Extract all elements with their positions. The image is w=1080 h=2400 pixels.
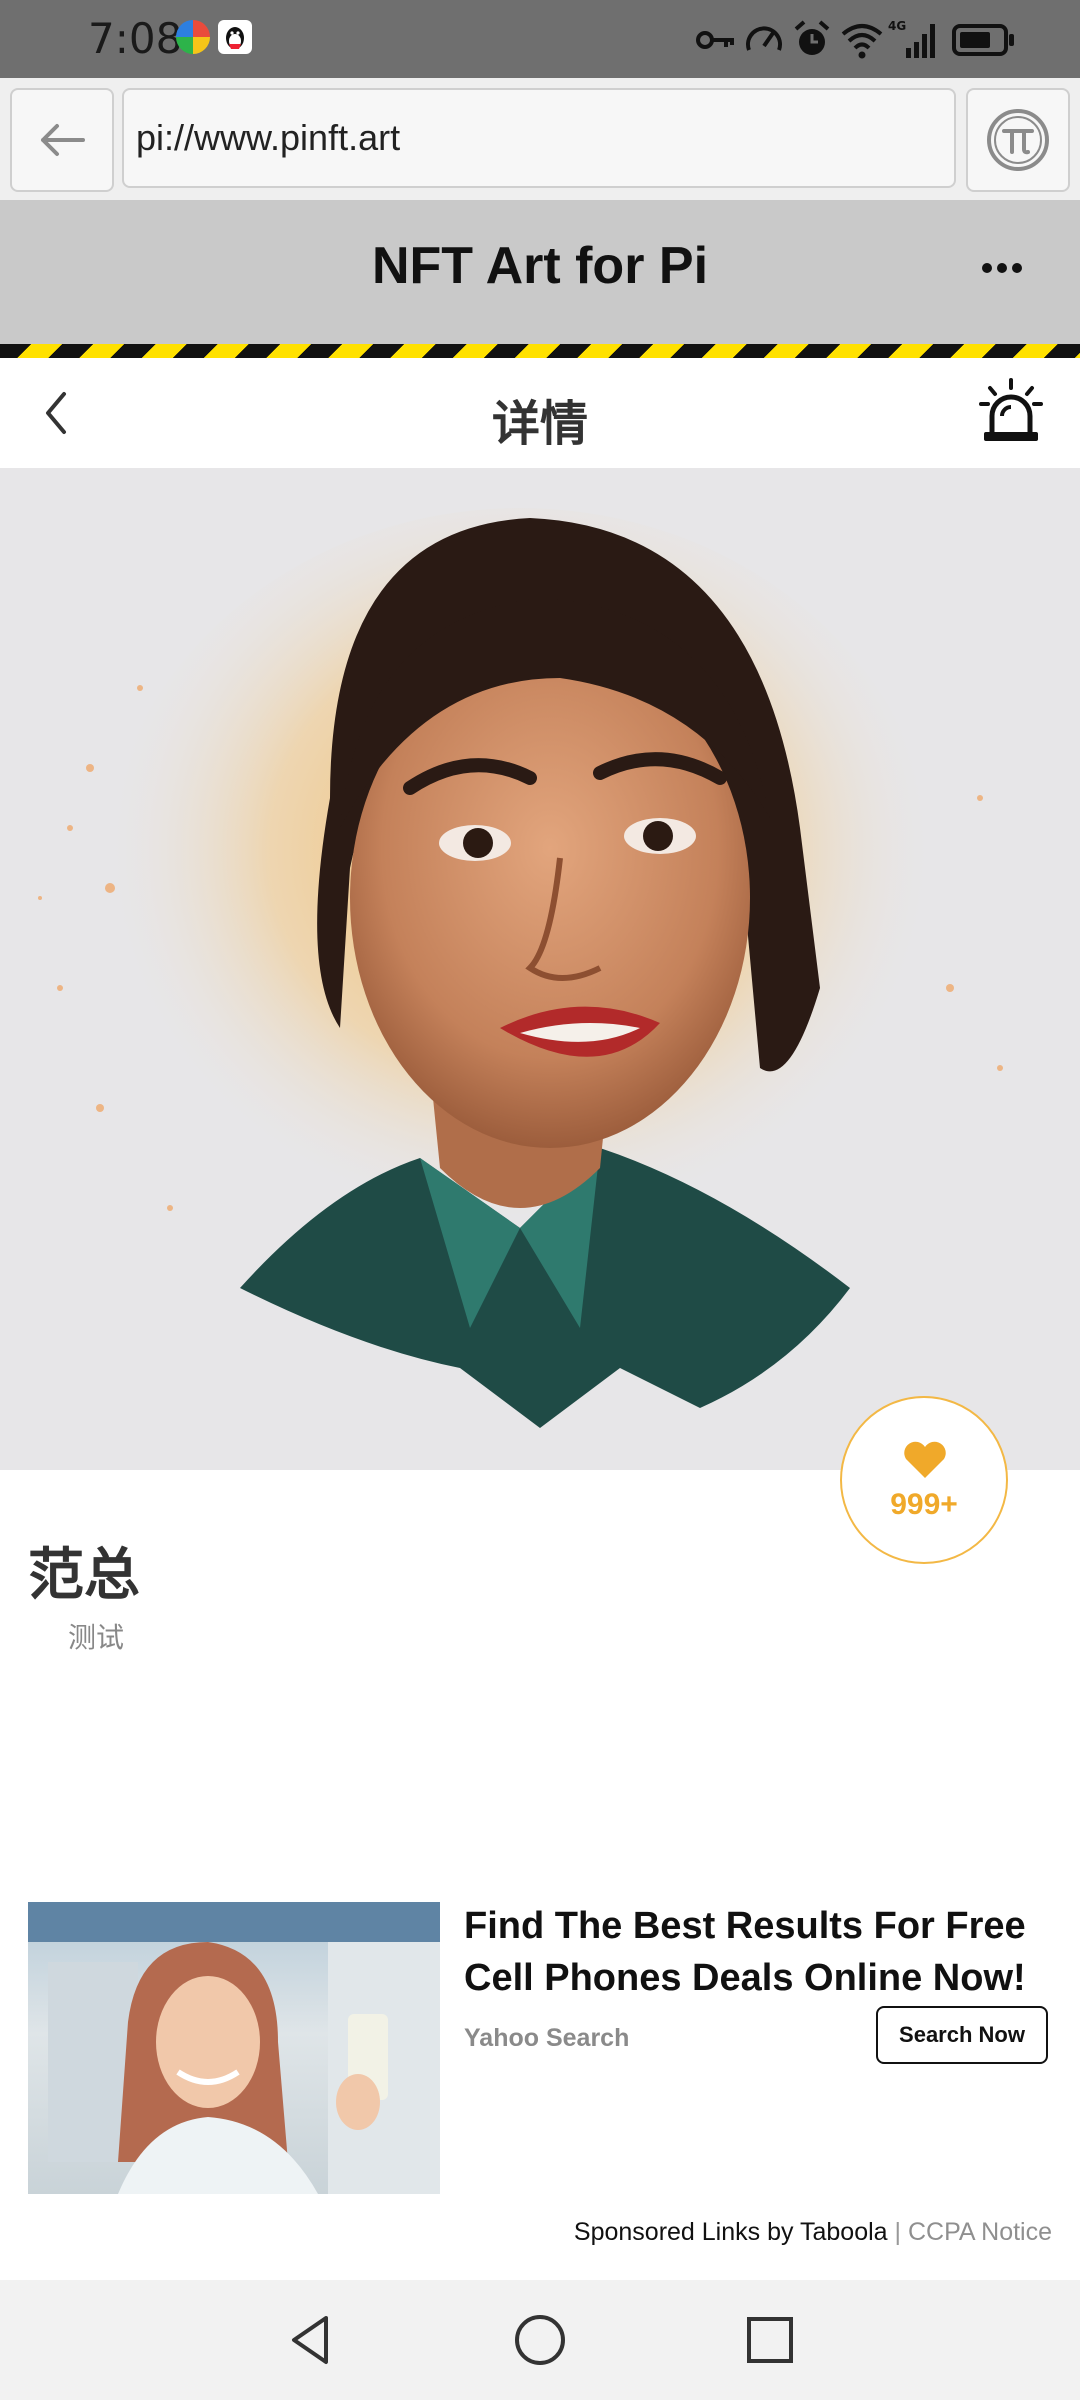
4g-signal-icon: 4G bbox=[888, 19, 935, 58]
network-label: 4G bbox=[888, 19, 906, 33]
siren-alarm-icon[interactable] bbox=[978, 376, 1044, 446]
key-icon bbox=[696, 31, 734, 49]
item-name: 范总 bbox=[28, 1543, 140, 1608]
wifi-icon bbox=[841, 24, 883, 59]
item-subtitle: 测试 bbox=[68, 1621, 125, 1654]
heart-icon bbox=[904, 1441, 946, 1478]
like-button[interactable]: 999+ bbox=[840, 1396, 1008, 1564]
url-text: pi://www.pinft.art bbox=[136, 117, 401, 158]
qq-penguin-icon bbox=[218, 20, 252, 54]
home-circle-icon[interactable] bbox=[510, 2310, 570, 2370]
hazard-stripe-divider bbox=[0, 344, 1080, 358]
status-bar: 7:08 4G bbox=[0, 0, 1080, 78]
search-now-button[interactable]: Search Now bbox=[876, 2006, 1048, 2064]
multicolor-app-icon bbox=[176, 20, 210, 54]
sponsor-link[interactable]: Sponsored Links by Taboola bbox=[574, 2218, 888, 2246]
pi-browser-button[interactable] bbox=[966, 88, 1070, 192]
battery-icon bbox=[952, 24, 1014, 56]
system-nav-bar bbox=[0, 2280, 1080, 2400]
nft-artwork-image bbox=[0, 468, 1080, 1470]
like-count: 999+ bbox=[890, 1488, 958, 1521]
ad-image[interactable] bbox=[28, 1902, 440, 2194]
ad-title[interactable]: Find The Best Results For Free Cell Phon… bbox=[464, 1900, 1044, 2004]
sponsor-separator: | bbox=[894, 2218, 902, 2246]
site-header: NFT Art for Pi bbox=[0, 200, 1080, 344]
ad-source: Yahoo Search bbox=[464, 2024, 630, 2052]
page-title: 详情 bbox=[491, 396, 588, 452]
pi-logo-icon bbox=[987, 109, 1049, 171]
alarm-icon bbox=[794, 20, 830, 55]
sponsor-line: Sponsored Links by Taboola | CCPA Notice bbox=[574, 2218, 1052, 2247]
status-icons: 4G bbox=[696, 18, 1026, 62]
browser-toolbar: pi://www.pinft.art bbox=[0, 78, 1080, 202]
recents-square-icon[interactable] bbox=[740, 2310, 800, 2370]
browser-back-button[interactable] bbox=[10, 88, 114, 192]
status-time: 7:08 bbox=[88, 14, 183, 63]
speedometer-icon bbox=[746, 26, 782, 51]
detail-nav-bar: 详情 bbox=[0, 358, 1080, 468]
back-triangle-icon[interactable] bbox=[280, 2310, 340, 2370]
url-field[interactable]: pi://www.pinft.art bbox=[122, 88, 956, 188]
ccpa-notice-link[interactable]: CCPA Notice bbox=[908, 2218, 1052, 2246]
site-title: NFT Art for Pi bbox=[371, 237, 709, 295]
arrow-left-icon bbox=[41, 124, 85, 156]
more-dots-icon[interactable] bbox=[980, 260, 1024, 276]
